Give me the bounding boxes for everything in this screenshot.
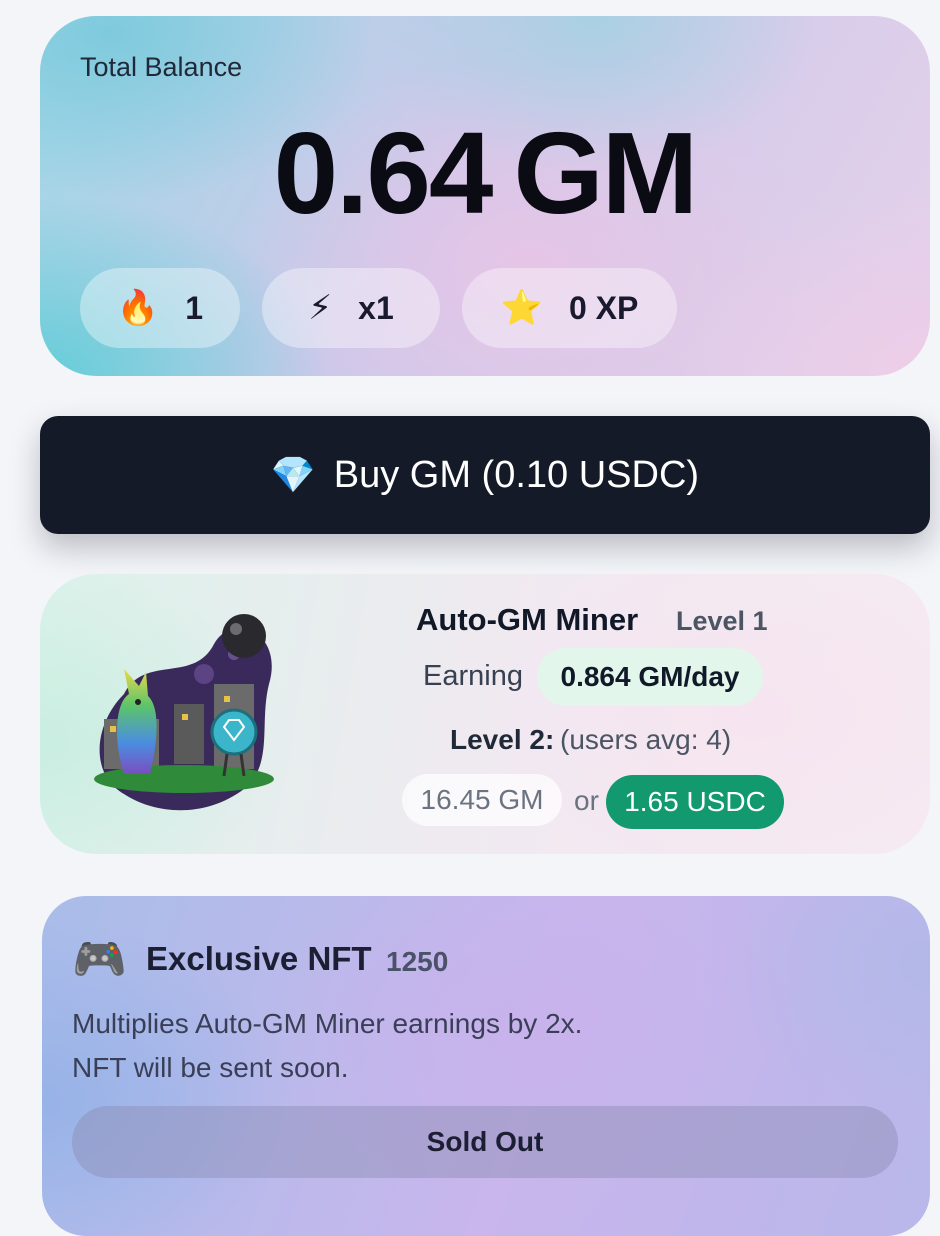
miner-title: Auto-GM Miner bbox=[416, 602, 639, 637]
gamepad-icon: 🎮 bbox=[72, 935, 127, 984]
upgrade-usdc-button[interactable]: 1.65 USDC bbox=[606, 775, 784, 829]
streak-pill: 🔥 1 bbox=[80, 268, 240, 348]
upgrade-gm-button[interactable]: 16.45 GM bbox=[402, 774, 562, 826]
nft-count: 1250 bbox=[386, 946, 449, 977]
fire-icon: 🔥 bbox=[116, 289, 160, 327]
nft-title: Exclusive NFT bbox=[146, 940, 372, 977]
next-level-label: Level 2: bbox=[450, 724, 555, 755]
earning-label: Earning bbox=[423, 660, 523, 692]
buy-gm-button[interactable]: 💎 Buy GM (0.10 USDC) bbox=[40, 416, 930, 534]
multiplier-pill: ⚡ x1 bbox=[262, 268, 440, 348]
next-level-note: (users avg: 4) bbox=[560, 724, 732, 755]
star-icon: ⭐ bbox=[500, 289, 543, 327]
nft-description-note: NFT will be sent soon. bbox=[72, 1052, 349, 1083]
streak-value: 1 bbox=[185, 289, 204, 326]
nft-description: Multiplies Auto-GM Miner earnings by 2x. bbox=[72, 1008, 583, 1039]
miner-card: Auto-GM Miner Level 1 Earning 0.864 GM/d… bbox=[40, 574, 930, 854]
buy-gm-label: Buy GM (0.10 USDC) bbox=[333, 453, 700, 496]
miner-level: Level 1 bbox=[676, 606, 768, 636]
miner-illustration bbox=[94, 614, 274, 811]
or-text: or bbox=[574, 785, 599, 816]
lightning-icon: ⚡ bbox=[308, 289, 333, 327]
balance-label: Total Balance bbox=[80, 52, 243, 82]
balance-card: Total Balance 0.64 GM 🔥 1 ⚡ x1 ⭐ 0 XP bbox=[40, 16, 930, 376]
balance-unit: GM bbox=[513, 108, 698, 238]
multiplier-value: x1 bbox=[358, 289, 394, 326]
sold-out-button[interactable]: Sold Out bbox=[72, 1106, 898, 1178]
xp-pill: ⭐ 0 XP bbox=[462, 268, 677, 348]
diamond-icon: 💎 bbox=[270, 454, 316, 495]
earning-rate-badge: 0.864 GM/day bbox=[537, 648, 763, 706]
balance-amount: 0.64 GM bbox=[40, 108, 930, 238]
balance-value: 0.64 bbox=[273, 108, 494, 238]
nft-card: 🎮 Exclusive NFT 1250 Multiplies Auto-GM … bbox=[42, 896, 930, 1236]
xp-value: 0 XP bbox=[568, 289, 639, 326]
